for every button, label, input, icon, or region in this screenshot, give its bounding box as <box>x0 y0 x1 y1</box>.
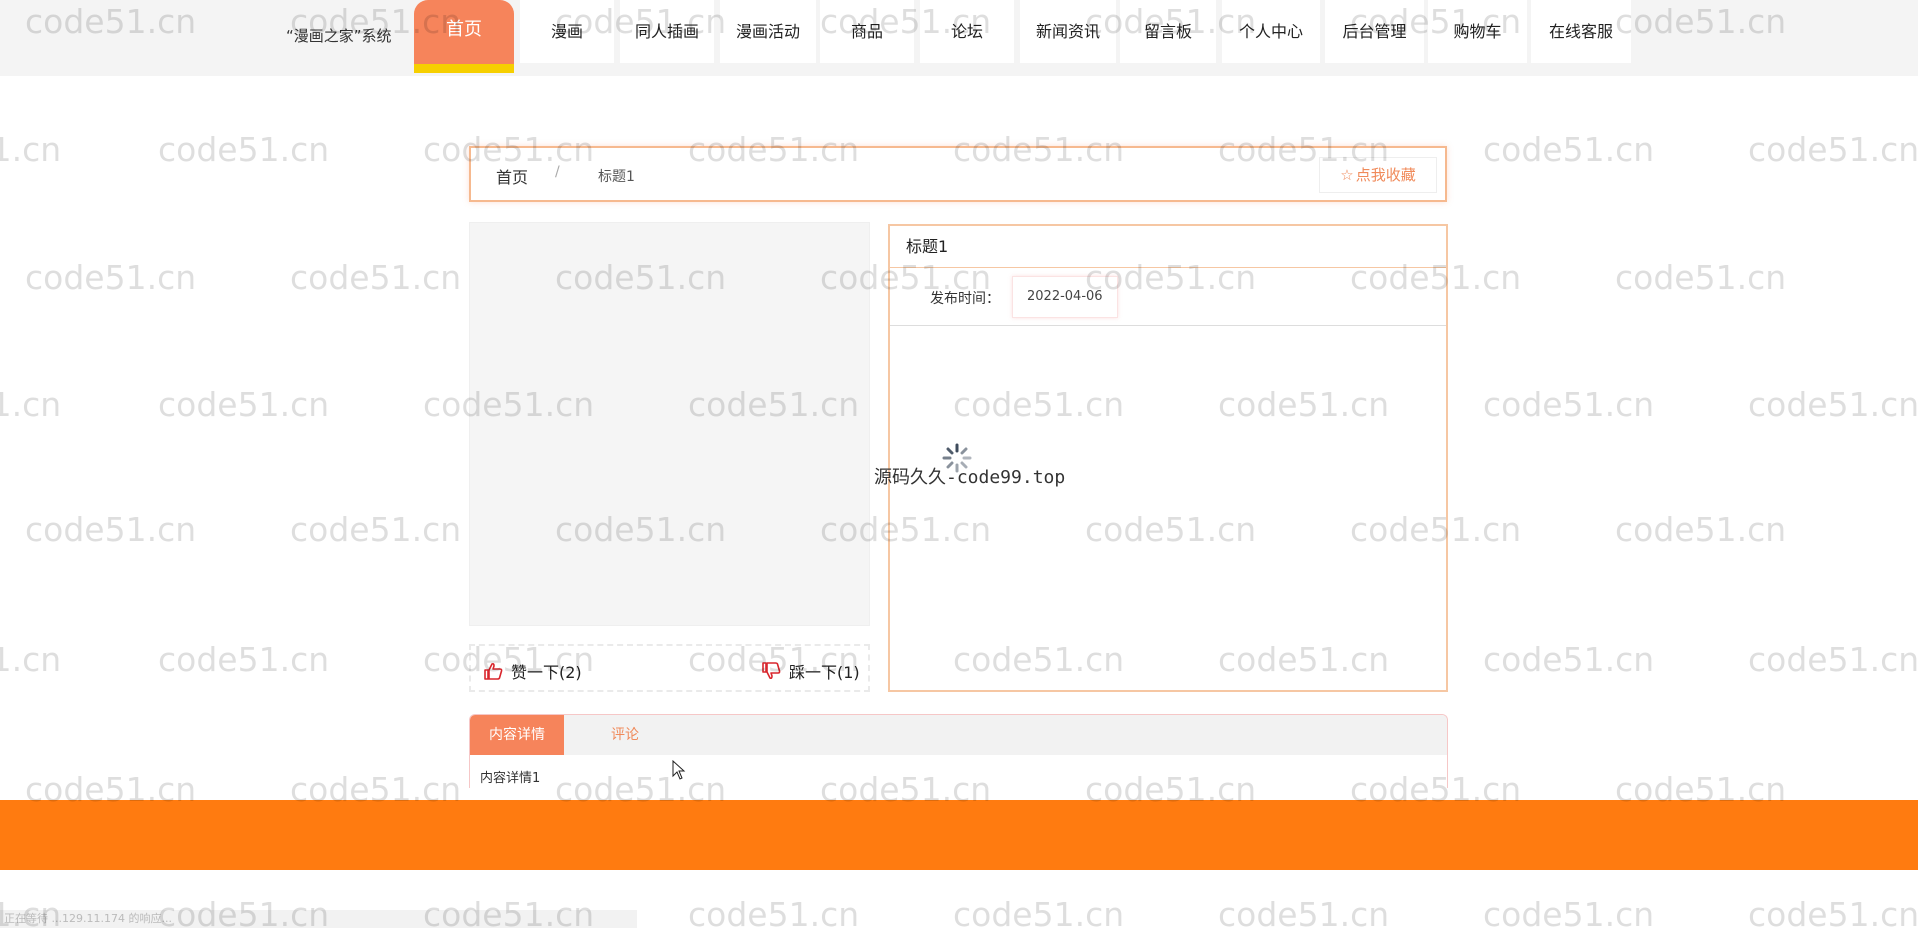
thumbs-up-icon <box>484 662 503 680</box>
content-tabs: 内容详情 评论 内容详情1 <box>469 714 1448 788</box>
vote-bar: 赞一下(2) 踩一下(1) <box>469 644 870 692</box>
breadcrumb-current: 标题1 <box>598 169 635 185</box>
loading-indicator: 源码久久-code99.top <box>874 443 1074 493</box>
watermark-text: code51.cn <box>290 258 462 297</box>
watermark-text: code51.cn <box>290 510 462 549</box>
nav-item-online-service[interactable]: 在线客服 <box>1531 0 1631 63</box>
watermark-text: code51.cn <box>0 385 62 424</box>
breadcrumb-home-link[interactable]: 首页 <box>496 164 528 188</box>
watermark-text: code51.cn <box>1483 895 1655 934</box>
mouse-cursor-icon <box>672 760 686 780</box>
dislike-label: 踩一下(1) <box>789 663 860 682</box>
like-button[interactable]: 赞一下(2) <box>483 659 582 683</box>
watermark-text: code51.cn <box>25 258 197 297</box>
watermark-text: code51.cn <box>1483 640 1655 679</box>
top-navbar: “漫画之家”系统 首页 漫画 同人插画 漫画活动 商品 论坛 新闻资讯 留言板 … <box>0 0 1918 76</box>
watermark-text: code51.cn <box>158 385 330 424</box>
dislike-button[interactable]: 踩一下(1) <box>761 659 860 683</box>
watermark-text: code51.cn <box>1218 895 1390 934</box>
watermark-text: code51.cn <box>0 130 62 169</box>
nav-item-comic-events[interactable]: 漫画活动 <box>720 0 816 63</box>
watermark-text: code51.cn <box>158 640 330 679</box>
publish-time-label: 发布时间： <box>930 291 1000 307</box>
watermark-text: code51.cn <box>1748 130 1918 169</box>
thumbs-down-icon <box>762 662 781 680</box>
nav-item-message-board[interactable]: 留言板 <box>1120 0 1216 63</box>
watermark-text: code51.cn <box>25 510 197 549</box>
tab-content-text: 内容详情1 <box>480 771 541 786</box>
watermark-text: code51.cn <box>1615 510 1787 549</box>
favorite-button[interactable]: ☆ 点我收藏 <box>1319 157 1437 193</box>
nav-item-user-center[interactable]: 个人中心 <box>1222 0 1320 63</box>
detail-title: 标题1 <box>890 226 1446 268</box>
breadcrumb: 首页 / 标题1 ☆ 点我收藏 <box>469 146 1447 202</box>
breadcrumb-separator: / <box>555 164 560 180</box>
tab-content-detail[interactable]: 内容详情 <box>470 715 564 755</box>
watermark-text: code51.cn <box>1748 385 1918 424</box>
nav-item-fan-art[interactable]: 同人插画 <box>620 0 714 63</box>
favorite-button-label: 点我收藏 <box>1355 166 1416 184</box>
watermark-text: code51.cn <box>158 130 330 169</box>
nav-item-news[interactable]: 新闻资讯 <box>1020 0 1116 63</box>
nav-item-products[interactable]: 商品 <box>820 0 914 63</box>
watermark-text: code51.cn <box>1483 130 1655 169</box>
nav-item-cart[interactable]: 购物车 <box>1428 0 1527 63</box>
watermark-text: code51.cn <box>688 895 860 934</box>
tab-comments[interactable]: 评论 <box>585 715 665 755</box>
watermark-text: code51.cn <box>1748 640 1918 679</box>
watermark-text: code51.cn <box>1748 895 1918 934</box>
tab-bar: 内容详情 评论 <box>470 715 1447 755</box>
site-brand: “漫画之家”系统 <box>286 27 392 45</box>
nav-item-home[interactable]: 首页 <box>414 0 514 73</box>
nav-item-admin[interactable]: 后台管理 <box>1325 0 1424 63</box>
publish-time-value: 2022-04-06 <box>1012 276 1118 318</box>
nav-item-forum[interactable]: 论坛 <box>920 0 1014 63</box>
cover-image-placeholder <box>469 222 870 626</box>
nav-item-comics[interactable]: 漫画 <box>520 0 614 63</box>
watermark-text: code51.cn <box>1483 385 1655 424</box>
footer-bar <box>0 800 1918 870</box>
loading-text: 源码久久-code99.top <box>874 467 1066 488</box>
browser-status-bar: 正在等待 ...129.11.174 的响应... <box>0 910 637 928</box>
watermark-text: code51.cn <box>953 895 1125 934</box>
watermark-text: code51.cn <box>1615 258 1787 297</box>
publish-time-row: 发布时间： 2022-04-06 <box>890 270 1446 326</box>
star-icon: ☆ <box>1340 166 1354 184</box>
like-label: 赞一下(2) <box>511 663 582 682</box>
watermark-text: code51.cn <box>0 640 62 679</box>
